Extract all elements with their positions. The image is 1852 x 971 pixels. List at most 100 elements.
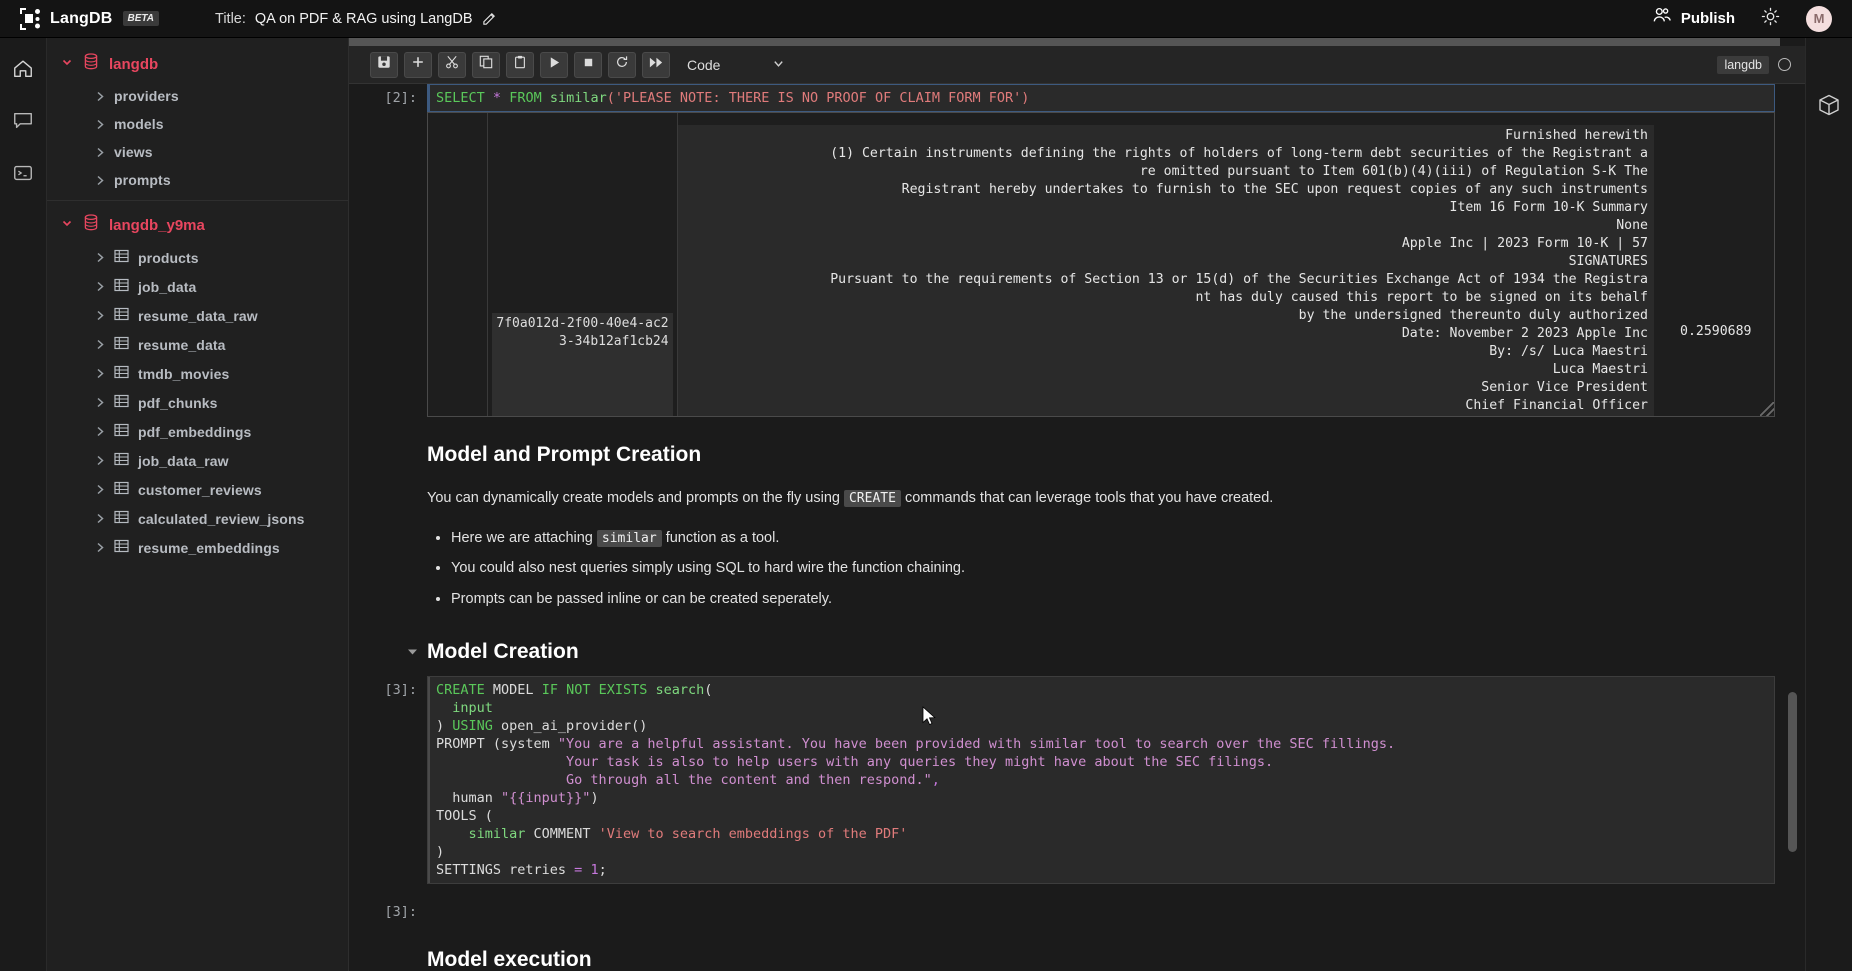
cube-icon[interactable]: [1817, 93, 1841, 122]
play-icon: [548, 56, 561, 74]
sidebar-item-tmdb-movies[interactable]: tmdb_movies: [47, 359, 348, 388]
users-group-icon: [1652, 7, 1672, 30]
sidebar-item-resume-data[interactable]: resume_data: [47, 330, 348, 359]
user-avatar[interactable]: M: [1806, 5, 1832, 32]
chevron-right-icon: [95, 339, 105, 350]
sql-token: FROM: [509, 90, 542, 106]
sql-token: 'PLEASE NOTE: THERE IS NO PROOF OF CLAIM…: [614, 90, 1022, 106]
sidebar-item-label: job_data_raw: [138, 452, 229, 469]
sidebar-item-job-data-raw[interactable]: job_data_raw: [47, 446, 348, 475]
kernel-status-group[interactable]: langdb: [1717, 55, 1791, 74]
code-editor-cell-3[interactable]: CREATE MODEL IF NOT EXISTS search( input…: [427, 676, 1775, 885]
vertical-scrollbar-thumb[interactable]: [1788, 692, 1797, 852]
chat-bubble-icon[interactable]: [8, 106, 38, 136]
database-icon: [83, 53, 99, 75]
terminal-icon[interactable]: [8, 158, 38, 188]
chevron-right-icon: [95, 147, 105, 158]
result-grid[interactable]: 7f0a012d-2f00-40e4-ac2 3-34b12af1cb24 Fu…: [427, 112, 1775, 417]
sidebar-item-pdf-chunks[interactable]: pdf_chunks: [47, 388, 348, 417]
sidebar-item-models[interactable]: models: [47, 110, 348, 138]
chevron-right-icon: [95, 368, 105, 379]
row-id-value: 7f0a012d-2f00-40e4-ac2 3-34b12af1cb24: [492, 313, 673, 416]
chevron-right-icon: [95, 455, 105, 466]
sql-token: (: [704, 682, 713, 699]
sidebar-item-label: job_data: [138, 278, 197, 295]
sidebar-item-providers[interactable]: providers: [47, 82, 348, 110]
sidebar-item-pdf-embeddings[interactable]: pdf_embeddings: [47, 417, 348, 446]
notebook-toolbar: Code langdb: [349, 46, 1805, 84]
notebook-title: QA on PDF & RAG using LangDB: [254, 10, 473, 27]
fast-forward-icon: [649, 56, 663, 74]
content-line: Luca Maestri: [1552, 362, 1648, 377]
stop-kernel-button[interactable]: [574, 51, 602, 78]
content-line: None: [1616, 218, 1648, 233]
content-line: (1) Certain instruments defining the rig…: [830, 146, 1648, 161]
horizontal-scrollbar[interactable]: [349, 38, 1780, 46]
sql-token: ): [590, 790, 599, 807]
cell-body: CREATE MODEL IF NOT EXISTS search( input…: [427, 676, 1775, 885]
markdown-cell-model-and-prompt-creation[interactable]: Model and Prompt Creation You can dynami…: [349, 443, 1805, 610]
sql-token: IF NOT EXISTS: [541, 682, 648, 699]
sql-token: "{{input}}": [501, 790, 591, 807]
content-line: Registrant hereby undertakes to furnish …: [901, 182, 1648, 197]
insert-cell-button[interactable]: [404, 51, 432, 78]
publish-button[interactable]: Publish: [1652, 7, 1735, 30]
notebook-scroll-area[interactable]: [2]: SELECT * FROM similar('PLEASE NOTE:…: [349, 84, 1805, 971]
cut-cell-button[interactable]: [438, 51, 466, 78]
sidebar-item-calculated-review-jsons[interactable]: calculated_review_jsons: [47, 504, 348, 533]
db-header-langdb[interactable]: langdb: [47, 46, 348, 82]
run-cell-button[interactable]: [540, 51, 568, 78]
markdown-cell-model-execution[interactable]: Model execution: [349, 948, 1805, 971]
markdown-cell-model-creation[interactable]: Model Creation: [349, 640, 1805, 664]
right-icon-rail: [1805, 38, 1852, 971]
caret-down-icon[interactable]: [397, 648, 427, 656]
list-item-pre: Prompts can be passed inline or can be c…: [451, 590, 832, 607]
sun-icon[interactable]: [1761, 7, 1780, 31]
sidebar-item-resume-embeddings[interactable]: resume_embeddings: [47, 533, 348, 562]
restart-kernel-button[interactable]: [608, 51, 636, 78]
paragraph-text-post: commands that can leverage tools that yo…: [900, 490, 1274, 506]
code-editor-cell-2[interactable]: SELECT * FROM similar('PLEASE NOTE: THER…: [427, 84, 1775, 112]
table-icon: [114, 510, 129, 527]
edit-pencil-icon[interactable]: [482, 11, 497, 26]
home-icon[interactable]: [8, 54, 38, 84]
output-body: 7f0a012d-2f00-40e4-ac2 3-34b12af1cb24 Fu…: [427, 112, 1775, 417]
content-line: Pursuant to the requirements of Section …: [830, 272, 1648, 287]
database-sidebar[interactable]: langdb providers models views prompts la…: [47, 38, 349, 971]
paste-cell-button[interactable]: [506, 51, 534, 78]
chevron-right-icon: [95, 119, 105, 130]
content-line: Apple Inc | 2023 Form 10-K | 57: [1401, 236, 1648, 251]
chevron-right-icon: [95, 91, 105, 102]
table-icon: [114, 249, 129, 266]
notebook-panel: Code langdb [2]: SELECT * FROM similar('…: [349, 38, 1805, 971]
vertical-scrollbar-track[interactable]: [1788, 82, 1797, 971]
save-button[interactable]: [370, 51, 398, 78]
db-header-langdb-y9ma[interactable]: langdb_y9ma: [47, 207, 348, 243]
sidebar-item-job-data[interactable]: job_data: [47, 272, 348, 301]
sidebar-item-views[interactable]: views: [47, 138, 348, 166]
cell-type-dropdown[interactable]: Code: [687, 57, 785, 73]
sidebar-item-resume-data-raw[interactable]: resume_data_raw: [47, 301, 348, 330]
sidebar-item-label: products: [138, 249, 199, 266]
run-all-button[interactable]: [642, 51, 670, 78]
content-line: Furnished herewith: [1505, 128, 1648, 143]
sidebar-item-products[interactable]: products: [47, 243, 348, 272]
sidebar-item-customer-reviews[interactable]: customer_reviews: [47, 475, 348, 504]
code-cell-2-output: 7f0a012d-2f00-40e4-ac2 3-34b12af1cb24 Fu…: [349, 112, 1805, 417]
app-window: LangDB BETA Title: QA on PDF & RAG using…: [0, 0, 1852, 971]
brand-logo[interactable]: LangDB BETA: [20, 7, 160, 30]
sidebar-item-label: pdf_embeddings: [138, 423, 252, 440]
output-resize-handle[interactable]: [1760, 402, 1774, 416]
sidebar-item-prompts[interactable]: prompts: [47, 166, 348, 194]
content-line: Senior Vice President: [1481, 380, 1648, 395]
table-icon: [114, 365, 129, 382]
copy-cell-button[interactable]: [472, 51, 500, 78]
chevron-right-icon: [95, 542, 105, 553]
chevron-right-icon: [95, 513, 105, 524]
clipboard-icon: [513, 55, 527, 74]
sql-token: search: [655, 682, 705, 699]
sql-token: SETTINGS retries: [436, 862, 575, 879]
